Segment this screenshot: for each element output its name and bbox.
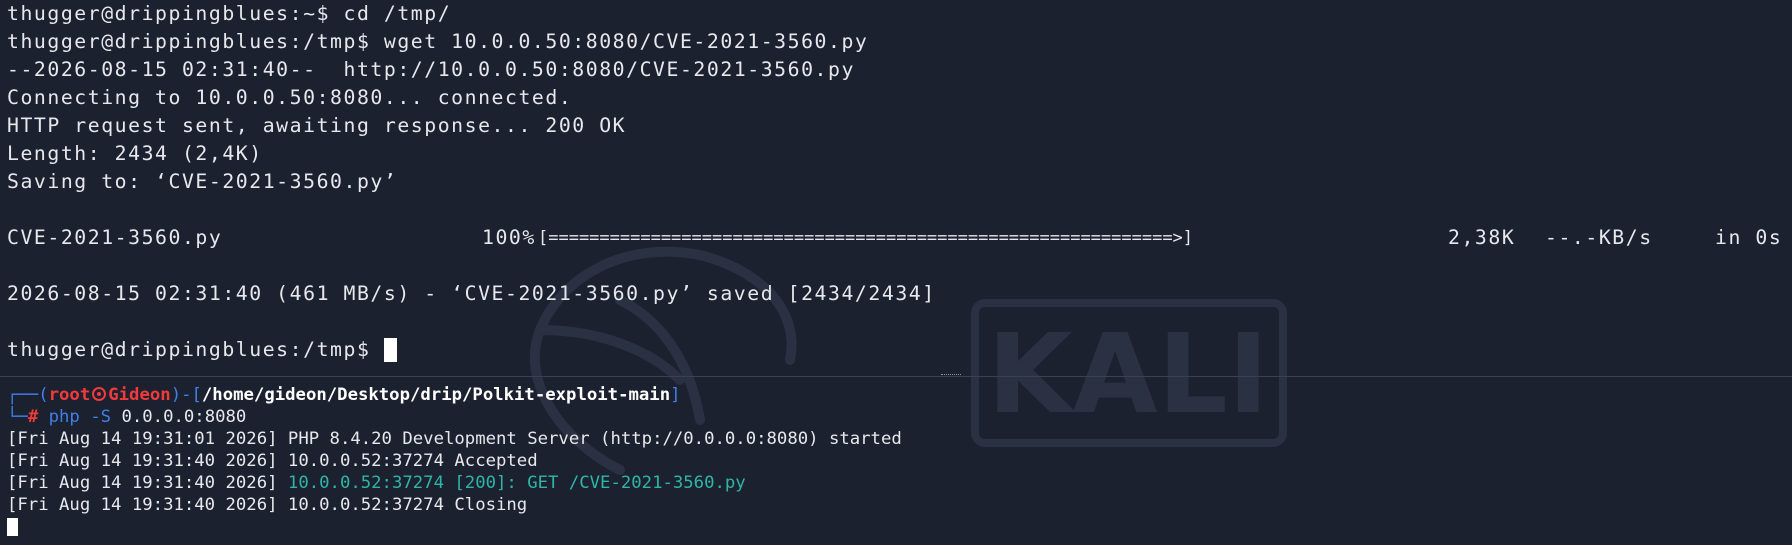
prompt-hash: #: [27, 407, 39, 427]
prompt-separator: )-[: [170, 385, 202, 405]
prompt-header: ┌──(root Gideon)-[/home/gideon/Desktop/dr…: [7, 385, 681, 407]
progress-filename: CVE-2021-3560.py: [7, 226, 223, 249]
progress-percent: 100%: [482, 226, 536, 249]
prompt-path: /home/gideon/Desktop/drip/Polkit-exploit…: [201, 385, 671, 405]
log-timestamp: [Fri Aug 14 19:31:40 2026]: [7, 495, 278, 515]
command-name: php: [48, 407, 80, 427]
prompt-user: root: [48, 385, 91, 405]
log-message: 10.0.0.52:37274 Closing: [277, 495, 528, 515]
prompt-host: Gideon: [108, 385, 171, 405]
progress-rate: --.-KB/s: [1545, 226, 1653, 249]
log-message: PHP 8.4.20 Development Server (http://0.…: [277, 429, 902, 449]
log-timestamp: [Fri Aug 14 19:31:01 2026]: [7, 429, 278, 449]
terminal-line: thugger@drippingblues:/tmp$ wget 10.0.0.…: [7, 30, 869, 53]
text-cursor: [7, 518, 18, 536]
prompt-corner-bottom: └─: [7, 407, 28, 427]
log-line: [Fri Aug 14 19:31:40 2026] 10.0.0.52:372…: [7, 495, 527, 517]
terminal-line: Length: 2434 (2,4K): [7, 142, 263, 165]
progress-size: 2,38K: [1448, 226, 1516, 249]
top-terminal-pane[interactable]: thugger@drippingblues:~$ cd /tmp/ thugge…: [0, 0, 1792, 374]
bottom-terminal-pane[interactable]: ┌──(root Gideon)-[/home/gideon/Desktop/dr…: [0, 379, 1792, 545]
progress-time: in 0s: [1715, 226, 1783, 249]
terminal-line: HTTP request sent, awaiting response... …: [7, 114, 627, 137]
log-message: 10.0.0.52:37274 [200]: GET /CVE-2021-356…: [277, 473, 746, 493]
command-args: -S: [79, 407, 112, 427]
text-cursor: [383, 338, 397, 362]
log-line: [Fri Aug 14 19:31:01 2026] PHP 8.4.20 De…: [7, 429, 902, 451]
terminal-line: 2026-08-15 02:31:40 (461 MB/s) - ‘CVE-20…: [7, 282, 936, 305]
log-message: 10.0.0.52:37274 Accepted: [277, 451, 538, 471]
command-address: 0.0.0.0:8080: [111, 407, 247, 427]
log-line: [Fri Aug 14 19:31:40 2026] 10.0.0.52:372…: [7, 451, 538, 473]
prompt-close-bracket: ]: [670, 385, 681, 405]
pane-divider[interactable]: [0, 376, 1792, 377]
pane-resize-handle[interactable]: [941, 374, 961, 378]
terminal-line: Saving to: ‘CVE-2021-3560.py’: [7, 170, 398, 193]
log-timestamp: [Fri Aug 14 19:31:40 2026]: [7, 473, 278, 493]
prompt-command-line: └─# php -S 0.0.0.0:8080: [7, 407, 246, 429]
log-timestamp: [Fri Aug 14 19:31:40 2026]: [7, 451, 278, 471]
progress-bar: [=======================================…: [538, 228, 1194, 248]
prompt-corner-top: ┌──(: [7, 385, 49, 405]
prompt-text: thugger@drippingblues:/tmp$: [7, 338, 384, 361]
prompt-line[interactable]: thugger@drippingblues:/tmp$: [7, 338, 397, 366]
terminal-line: --2026-08-15 02:31:40-- http://10.0.0.50…: [7, 58, 855, 81]
terminal-line: Connecting to 10.0.0.50:8080... connecte…: [7, 86, 573, 109]
skull-icon: [92, 387, 107, 401]
terminal-line: thugger@drippingblues:~$ cd /tmp/: [7, 2, 452, 25]
log-line: [Fri Aug 14 19:31:40 2026] 10.0.0.52:372…: [7, 473, 746, 495]
